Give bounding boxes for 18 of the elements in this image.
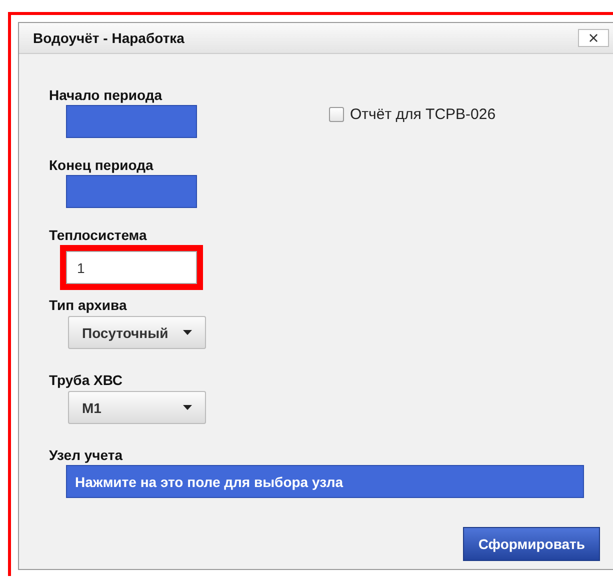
- window-title: Водоучёт - Наработка: [33, 30, 184, 46]
- checkbox-label: Отчёт для ТСРВ-026: [350, 106, 496, 123]
- date-field[interactable]: [66, 175, 197, 208]
- generate-button[interactable]: Сформировать: [463, 527, 600, 561]
- field-label: Узел учета: [49, 447, 123, 463]
- dropdown[interactable]: М1: [68, 391, 206, 424]
- close-button[interactable]: ×: [578, 29, 609, 47]
- dropdown[interactable]: Посуточный: [68, 316, 206, 349]
- caret-icon: [183, 330, 192, 335]
- field-label: Конец периода: [49, 157, 154, 173]
- field-label: Теплосистема: [49, 227, 147, 243]
- checkbox[interactable]: [329, 107, 344, 122]
- caret-icon: [183, 405, 192, 410]
- node-picker-field[interactable]: Нажмите на это поле для выбора узла: [66, 465, 584, 498]
- field-label: Начало периода: [49, 87, 162, 103]
- date-field[interactable]: [66, 105, 197, 138]
- field-label: Тип архива: [49, 297, 127, 313]
- field-label: Труба ХВС: [49, 372, 123, 388]
